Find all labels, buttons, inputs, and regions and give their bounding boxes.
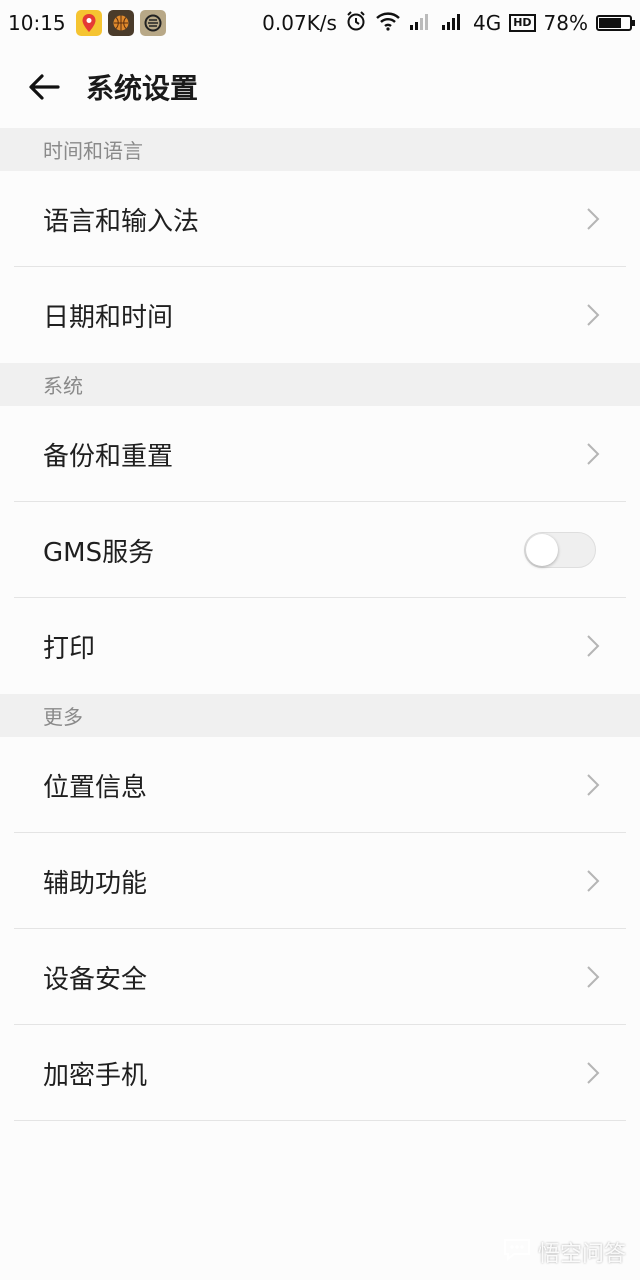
section-header-more: 更多	[0, 694, 640, 737]
settings-item-encrypt-phone[interactable]: 加密手机	[0, 1025, 640, 1121]
chevron-right-icon	[587, 1062, 600, 1084]
settings-item-label: 语言和输入法	[43, 206, 200, 237]
chevron-right-icon	[587, 304, 600, 326]
chevron-right-icon	[587, 870, 600, 892]
settings-item-location[interactable]: 位置信息	[0, 737, 640, 833]
network-type: 4G	[472, 11, 502, 35]
signal-icon	[441, 11, 465, 36]
status-time: 10:15	[8, 11, 66, 35]
settings-item-label: 位置信息	[43, 772, 148, 803]
chevron-right-icon	[587, 208, 600, 230]
battery-fill	[599, 18, 621, 28]
chevron-right-icon	[587, 635, 600, 657]
settings-item-label: 辅助功能	[43, 868, 148, 899]
chevron-right-icon	[587, 774, 600, 796]
settings-item-label: 备份和重置	[43, 441, 174, 472]
browser-app-icon	[139, 10, 166, 36]
chat-bubble-icon	[502, 1237, 532, 1267]
alarm-icon	[345, 10, 367, 37]
signal-icon	[409, 11, 433, 36]
settings-item-date-time[interactable]: 日期和时间	[0, 267, 640, 363]
map-app-icon	[75, 10, 102, 36]
basketball-app-icon	[107, 10, 134, 36]
network-speed: 0.07K/s	[262, 11, 337, 35]
chevron-right-icon	[587, 443, 600, 465]
settings-item-accessibility[interactable]: 辅助功能	[0, 833, 640, 929]
arrow-left-icon[interactable]	[24, 67, 64, 107]
status-right: 0.07K/s 4G HD 78%	[262, 10, 635, 37]
section-header-time-language: 时间和语言	[0, 128, 640, 171]
settings-item-print[interactable]: 打印	[0, 598, 640, 694]
divider	[14, 1120, 626, 1121]
title-bar: 系统设置	[0, 46, 640, 129]
status-bar: 10:15 0.07K/s 4G HD 78%	[0, 0, 640, 46]
battery-percent: 78%	[543, 11, 588, 35]
settings-item-label: GMS服务	[43, 537, 155, 568]
gms-service-toggle[interactable]	[524, 532, 596, 568]
settings-item-gms-service: GMS服务	[0, 502, 640, 598]
settings-item-label: 设备安全	[43, 964, 148, 995]
settings-item-label: 加密手机	[43, 1060, 148, 1091]
watermark: 悟空问答	[502, 1236, 626, 1268]
notification-icons	[75, 10, 166, 36]
hd-badge: HD	[509, 14, 536, 32]
settings-item-device-security[interactable]: 设备安全	[0, 929, 640, 1025]
section-header-system: 系统	[0, 363, 640, 406]
toggle-knob	[526, 534, 558, 566]
battery-icon	[596, 15, 635, 31]
settings-item-label: 打印	[43, 633, 96, 664]
page-title: 系统设置	[86, 72, 199, 105]
watermark-text: 悟空问答	[537, 1242, 626, 1267]
chevron-right-icon	[587, 966, 600, 988]
wifi-icon	[375, 11, 401, 36]
settings-list: 时间和语言 语言和输入法 日期和时间 系统 备份和重置 GMS服务 打印 更多 …	[0, 128, 640, 1121]
settings-item-backup-reset[interactable]: 备份和重置	[0, 406, 640, 502]
settings-item-label: 日期和时间	[43, 302, 174, 333]
settings-item-language-input[interactable]: 语言和输入法	[0, 171, 640, 267]
